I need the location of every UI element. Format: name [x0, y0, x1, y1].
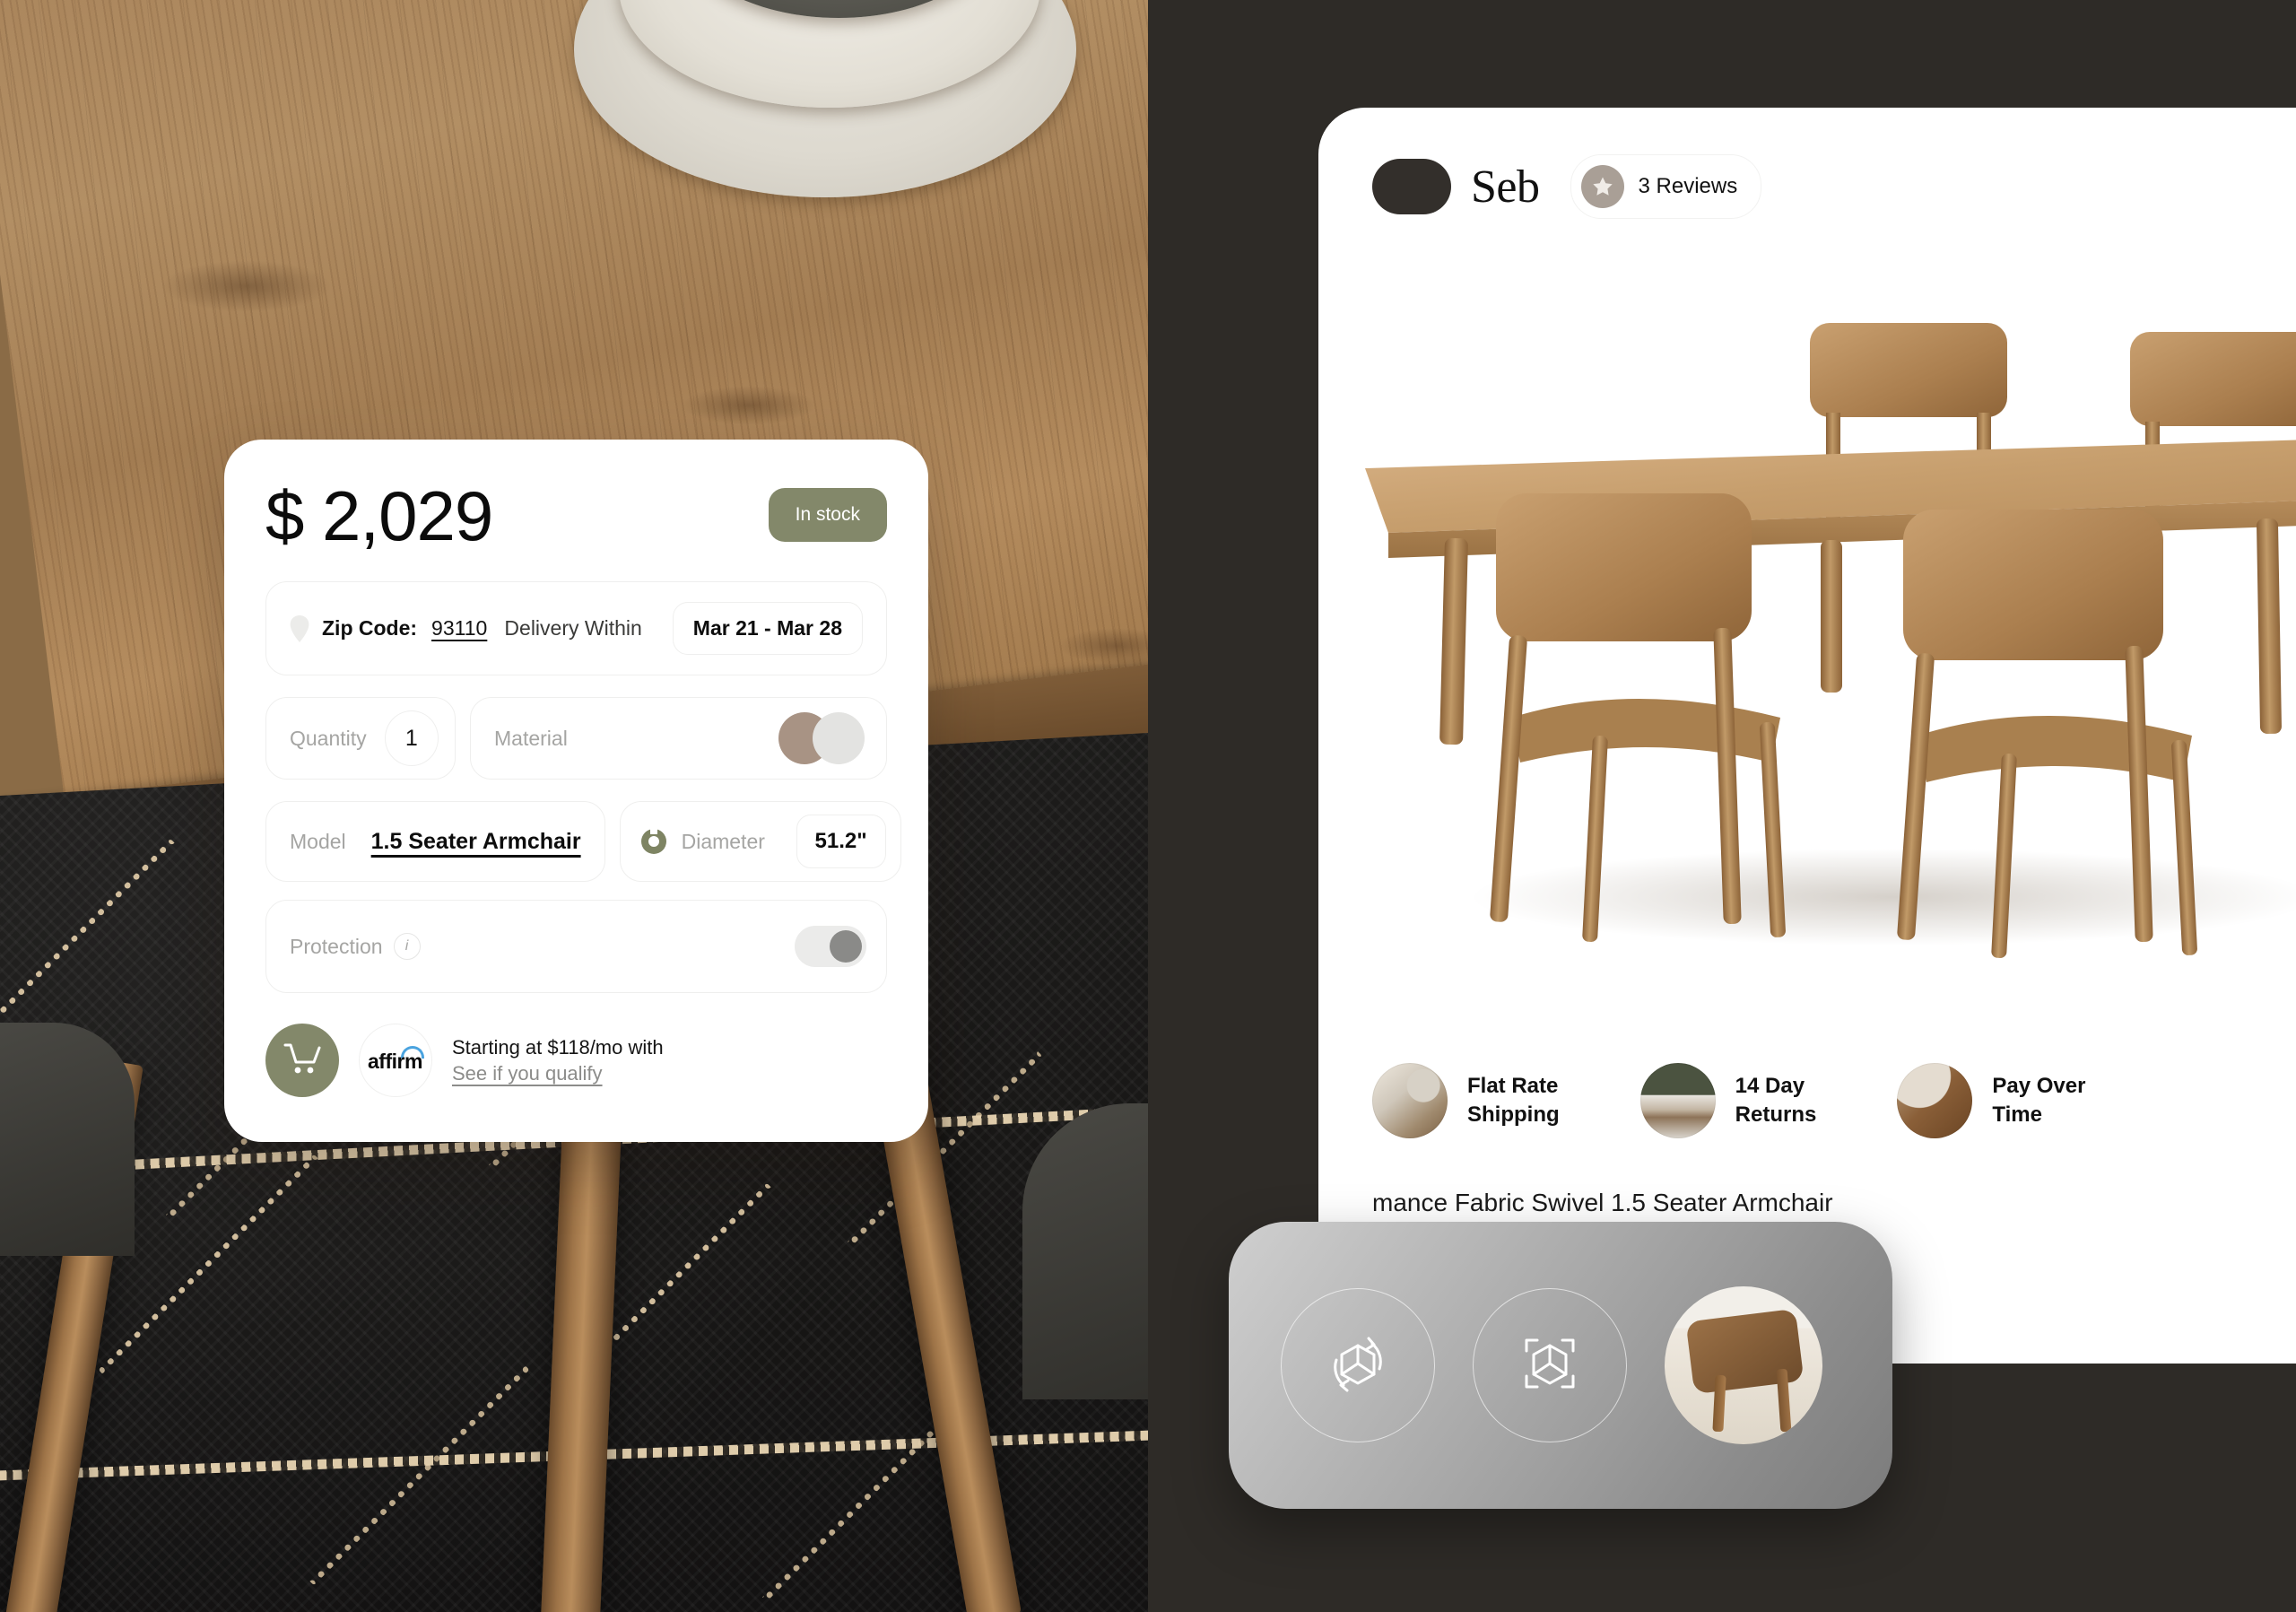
delivery-within-label: Delivery Within — [504, 616, 642, 640]
protection-plan-row[interactable]: Protection i — [265, 900, 887, 993]
feature-line-2: Time — [1992, 1102, 2042, 1127]
feature-label: Flat Rate Shipping — [1467, 1072, 1560, 1129]
feature-label: Pay Over Time — [1992, 1072, 2085, 1129]
wood-grain-knot — [682, 386, 816, 425]
zip-code-label: Zip Code: — [322, 616, 418, 640]
star-icon — [1580, 165, 1624, 208]
model-diameter-row: Model 1.5 Seater Armchair Diameter 51.2" — [265, 801, 901, 882]
price-amount: $ 2,029 — [265, 476, 493, 555]
affirm-logo[interactable]: affirm — [359, 1024, 432, 1097]
feature-line-1: Pay Over — [1992, 1074, 2086, 1099]
shopping-cart-icon — [283, 1041, 322, 1081]
info-icon[interactable]: i — [393, 933, 421, 960]
feature-line-1: 14 Day — [1735, 1074, 1805, 1099]
feature-badges-row: Flat Rate Shipping 14 Day Returns Pay Ov… — [1372, 1063, 2296, 1138]
view-in-your-space-icon — [1507, 1320, 1593, 1411]
toggle-knob — [830, 930, 862, 963]
add-to-cart-button[interactable] — [265, 1024, 339, 1097]
product-3d-scene[interactable] — [1318, 269, 2296, 978]
material-selector[interactable]: Material — [470, 697, 887, 780]
quantity-label: Quantity — [290, 726, 367, 750]
brand-name: Seb — [1471, 161, 1540, 213]
protection-toggle[interactable] — [795, 926, 866, 967]
protection-label: Protection — [290, 934, 383, 958]
quantity-value[interactable]: 1 — [384, 710, 439, 766]
wood-grain-knot — [161, 260, 332, 312]
model-value[interactable]: 1.5 Seater Armchair — [371, 829, 581, 855]
model-label: Model — [290, 829, 346, 853]
feature-label: 14 Day Returns — [1735, 1072, 1817, 1129]
lifestyle-photo-panel: $ 2,029 In stock Zip Code: 93110 Deliver… — [0, 0, 1148, 1612]
product-title: mance Fabric Swivel 1.5 Seater Armchair — [1372, 1189, 1833, 1216]
diameter-label: Diameter — [681, 829, 765, 853]
chair-preview-leg — [1711, 1374, 1726, 1433]
location-pin-icon — [290, 614, 309, 642]
material-swatch-gray[interactable] — [813, 712, 865, 764]
status-badge: In stock — [768, 488, 887, 542]
dining-set-render — [1365, 323, 2296, 958]
viewer-card: Seb 3 Reviews Flat Rate Shipping 14 Day … — [1318, 108, 2296, 1364]
bedroom-photo-thumb — [1639, 1063, 1716, 1138]
model-selector[interactable]: Model 1.5 Seater Armchair — [265, 801, 605, 882]
delivery-date-chip: Mar 21 - Mar 28 — [672, 602, 863, 655]
feature-line-1: Flat Rate — [1467, 1074, 1559, 1099]
rotate-360-button[interactable] — [1281, 1288, 1435, 1442]
diameter-value: 51.2" — [796, 815, 886, 868]
feature-line-2: Returns — [1735, 1102, 1817, 1127]
reviews-count: 3 Reviews — [1638, 174, 1738, 198]
view-in-your-space-button[interactable] — [1473, 1288, 1627, 1442]
affirm-logo-mark: affirm — [368, 1046, 424, 1074]
diameter-ring-icon — [639, 826, 669, 857]
financing-line-1: Starting at $118/mo with — [452, 1035, 664, 1059]
diameter-field[interactable]: Diameter 51.2" — [619, 801, 901, 882]
zip-delivery-field[interactable]: Zip Code: 93110 Delivery Within Mar 21 -… — [265, 581, 887, 675]
app-stage: $ 2,029 In stock Zip Code: 93110 Deliver… — [0, 0, 2296, 1612]
feature-item[interactable]: Pay Over Time — [1897, 1063, 2085, 1138]
sofa-photo-thumb — [1372, 1063, 1448, 1138]
quantity-material-row: Quantity 1 Material — [265, 697, 887, 780]
feature-item[interactable]: Flat Rate Shipping — [1372, 1063, 1560, 1138]
viewer-header: Seb 3 Reviews — [1318, 108, 2296, 219]
quantity-stepper[interactable]: Quantity 1 — [265, 697, 456, 780]
purchase-actions-row: affirm Starting at $118/mo with See if y… — [265, 1024, 887, 1097]
chair-silhouette — [0, 1023, 135, 1256]
ar-toolbar — [1229, 1222, 1892, 1509]
rotate-360-icon — [1315, 1320, 1401, 1411]
affirm-wordmark: affirm — [368, 1050, 422, 1073]
material-swatches[interactable] — [778, 712, 865, 764]
leather-photo-thumb — [1897, 1063, 1973, 1138]
seb-logo[interactable] — [1372, 159, 1451, 214]
feature-item[interactable]: 14 Day Returns — [1639, 1063, 1817, 1138]
material-label: Material — [494, 726, 568, 750]
rug-pattern — [98, 1154, 530, 1586]
price-header-row: $ 2,029 In stock — [265, 481, 887, 551]
reviews-pill[interactable]: 3 Reviews — [1570, 154, 1762, 219]
feature-line-2: Shipping — [1467, 1102, 1560, 1127]
financing-text: Starting at $118/mo with See if you qual… — [452, 1034, 664, 1087]
ar-camera-preview-thumb[interactable] — [1665, 1286, 1822, 1444]
zip-code-value[interactable]: 93110 — [431, 616, 487, 640]
product-purchase-card: $ 2,029 In stock Zip Code: 93110 Deliver… — [224, 440, 928, 1142]
financing-qualify-link[interactable]: See if you qualify — [452, 1060, 664, 1086]
